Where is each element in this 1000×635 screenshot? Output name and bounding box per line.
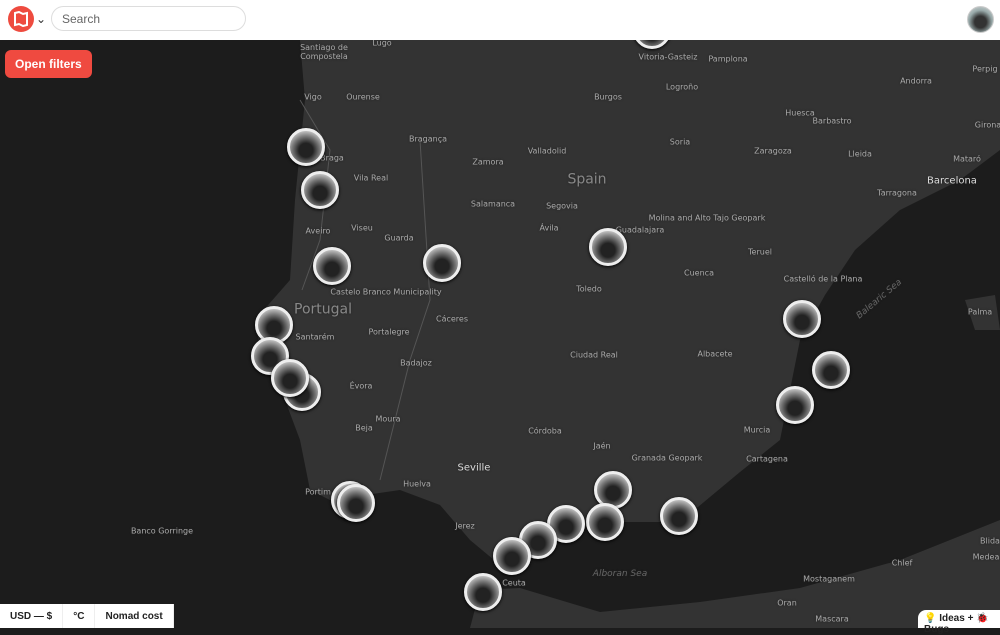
map-label: Cáceres (435, 314, 469, 324)
map-label: Badajoz (400, 358, 432, 368)
map-label: Guadalajara (615, 225, 665, 235)
avatar[interactable] (967, 6, 994, 33)
map-label: Pamplona (708, 54, 748, 64)
photo-marker[interactable] (423, 244, 461, 282)
map-label: Vigo (304, 92, 322, 102)
map-label: Castelo Branco Municipality (330, 287, 442, 297)
map-label: Barbastro (812, 116, 852, 126)
map-label: Barcelona (927, 175, 977, 187)
map-label: Jerez (455, 521, 475, 531)
map-label: Chlef (891, 558, 913, 568)
map-label: Andorra (900, 76, 932, 86)
bottom-toolbar: USD — $ °C Nomad cost (0, 604, 174, 628)
map-label: Medea (972, 552, 1000, 562)
map-label: Segovia (546, 201, 578, 211)
logo-icon[interactable] (8, 6, 34, 32)
map-label: Toledo (576, 284, 602, 294)
map-label: Alboran Sea (592, 569, 648, 580)
photo-marker[interactable] (464, 573, 502, 611)
map-label: Mostaganem (803, 574, 855, 584)
map-label: Aveiro (305, 226, 331, 236)
map-label: Ávila (539, 223, 559, 233)
map-label: Murcia (743, 425, 771, 435)
map-label: Vitoria-Gasteiz (638, 52, 698, 62)
map-label: Molina and Alto Tajo Geopark (648, 213, 766, 223)
map-label: Braga (320, 153, 344, 163)
photo-marker[interactable] (812, 351, 850, 389)
search-input[interactable] (51, 6, 246, 31)
map-label: Spain (567, 171, 607, 188)
map-label: Santarém (295, 332, 335, 342)
map-label: Ciudad Real (570, 350, 618, 360)
map-label: Viseu (351, 223, 373, 233)
photo-marker[interactable] (660, 497, 698, 535)
map-label: Blida (980, 536, 1000, 546)
map-label: Lleida (848, 149, 872, 159)
map-label: Girona (974, 120, 1000, 130)
map-label: Portim (305, 487, 331, 497)
map-label: Oran (777, 598, 797, 608)
map-label: Mascara (815, 614, 849, 624)
photo-marker[interactable] (586, 503, 624, 541)
map-label: Lugo (372, 38, 392, 48)
map-label: Huelva (403, 479, 431, 489)
map-label: Córdoba (528, 426, 562, 436)
top-bar: ⌄ (0, 0, 1000, 40)
map-label: Beja (355, 423, 373, 433)
map-label: Guarda (384, 233, 414, 243)
map-label: Albacete (697, 349, 733, 359)
map-label: Ceuta (502, 578, 526, 588)
map-label: Ourense (346, 92, 380, 102)
map-label: Évora (349, 381, 373, 391)
map-label: Logroño (665, 82, 699, 92)
map-label: Moura (375, 414, 401, 424)
photo-marker[interactable] (301, 171, 339, 209)
photo-marker[interactable] (589, 228, 627, 266)
map-label: Perpig (972, 64, 998, 74)
chevron-down-icon[interactable]: ⌄ (36, 12, 46, 26)
map-label: Santiago de Compostela (300, 43, 348, 61)
map-label: Cuenca (684, 268, 714, 278)
ideas-bugs-button[interactable]: 💡 Ideas + 🐞 Bugs (918, 610, 1000, 635)
map-label: Soria (669, 137, 691, 147)
photo-marker[interactable] (783, 300, 821, 338)
map-label: Palma (967, 307, 993, 317)
photo-marker[interactable] (493, 537, 531, 575)
map-label: Huesca (785, 108, 815, 118)
photo-marker[interactable] (313, 247, 351, 285)
map-label: Zaragoza (754, 146, 792, 156)
map-label: Teruel (748, 247, 772, 257)
map-label: Valladolid (527, 146, 567, 156)
map-label: Bragança (408, 134, 448, 144)
photo-marker[interactable] (776, 386, 814, 424)
photo-marker[interactable] (271, 359, 309, 397)
map-label: Burgos (594, 92, 622, 102)
open-filters-button[interactable]: Open filters (5, 50, 92, 78)
currency-button[interactable]: USD — $ (0, 604, 64, 628)
map-label: Vila Real (353, 173, 389, 183)
map-label: Jaén (593, 441, 611, 451)
map-label: Portugal (294, 301, 352, 318)
nomad-cost-button[interactable]: Nomad cost (95, 604, 174, 628)
map-label: Mataró (953, 154, 981, 164)
map-label: Cartagena (746, 454, 788, 464)
map-label: Seville (457, 462, 491, 474)
photo-marker[interactable] (337, 484, 375, 522)
map-label: Zamora (472, 157, 504, 167)
map-label: Granada Geopark (631, 453, 703, 463)
map-label: Portalegre (368, 327, 410, 337)
map-label: Salamanca (470, 199, 516, 209)
map-label: Banco Gorringe (130, 526, 194, 536)
map-label: Tarragona (877, 188, 917, 198)
photo-marker[interactable] (287, 128, 325, 166)
map-label: Castelló de la Plana (783, 274, 863, 284)
temperature-unit-button[interactable]: °C (63, 604, 96, 628)
